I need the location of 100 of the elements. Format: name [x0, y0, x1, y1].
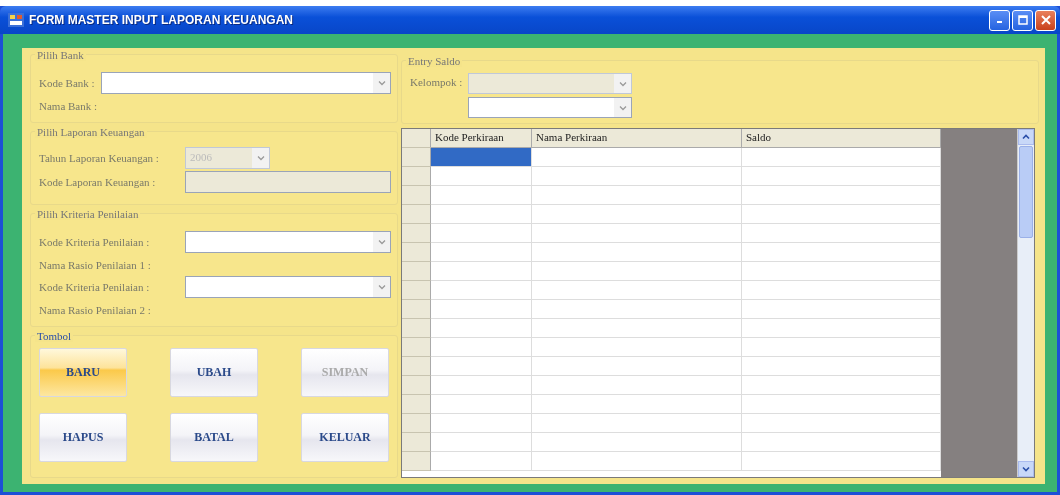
- action-button[interactable]: HAPUS: [39, 413, 127, 462]
- caret-icon: [255, 153, 266, 163]
- table-cell[interactable]: [532, 148, 742, 167]
- table-cell[interactable]: [431, 319, 532, 338]
- row-header[interactable]: [402, 300, 431, 319]
- action-button[interactable]: KELUAR: [301, 413, 389, 462]
- table-cell[interactable]: [532, 186, 742, 205]
- field-label: Nama Rasio Penilaian 2 :: [38, 303, 152, 316]
- table-cell[interactable]: [742, 319, 941, 338]
- row-header[interactable]: [402, 357, 431, 376]
- scroll-down-icon[interactable]: [1021, 464, 1031, 474]
- row-header[interactable]: [402, 186, 431, 205]
- row-header[interactable]: [402, 281, 431, 300]
- table-cell[interactable]: [742, 395, 941, 414]
- table-cell[interactable]: [742, 243, 941, 262]
- maximize-button[interactable]: [1012, 9, 1033, 31]
- window-title: FORM MASTER INPUT LAPORAN KEUANGAN: [29, 13, 294, 27]
- table-cell[interactable]: [742, 452, 941, 471]
- table-cell[interactable]: [532, 205, 742, 224]
- row-header[interactable]: [402, 148, 431, 167]
- table-cell[interactable]: [532, 414, 742, 433]
- dropdown[interactable]: [185, 276, 391, 298]
- table-cell[interactable]: [742, 357, 941, 376]
- row-header[interactable]: [402, 205, 431, 224]
- column-header[interactable]: Nama Perkiraan: [532, 129, 742, 148]
- column-header[interactable]: Kode Perkiraan: [431, 129, 532, 148]
- table-cell[interactable]: [532, 224, 742, 243]
- row-header[interactable]: [402, 414, 431, 433]
- table-cell[interactable]: [431, 357, 532, 376]
- row-header[interactable]: [402, 262, 431, 281]
- table-cell[interactable]: [431, 243, 532, 262]
- table-cell[interactable]: [431, 167, 532, 186]
- table-cell[interactable]: [532, 338, 742, 357]
- form-icon: [8, 13, 24, 27]
- table-cell[interactable]: [532, 300, 742, 319]
- row-header[interactable]: [402, 243, 431, 262]
- table-cell[interactable]: [431, 395, 532, 414]
- scrollbar[interactable]: [1017, 129, 1034, 477]
- minimize-button[interactable]: [989, 9, 1010, 31]
- row-header[interactable]: [402, 376, 431, 395]
- scroll-up-icon[interactable]: [1021, 132, 1031, 142]
- table-cell[interactable]: [431, 186, 532, 205]
- table-cell[interactable]: [742, 338, 941, 357]
- table-cell[interactable]: [532, 281, 742, 300]
- table-cell[interactable]: [532, 395, 742, 414]
- table-cell[interactable]: [431, 300, 532, 319]
- table-cell[interactable]: [742, 300, 941, 319]
- table-cell[interactable]: [742, 281, 941, 300]
- table-cell[interactable]: [431, 281, 532, 300]
- row-header[interactable]: [402, 167, 431, 186]
- table-cell[interactable]: [431, 148, 532, 167]
- table-cell[interactable]: [431, 338, 532, 357]
- action-button[interactable]: BARU: [39, 348, 127, 397]
- table-cell[interactable]: [431, 262, 532, 281]
- dropdown[interactable]: [185, 231, 391, 253]
- row-header[interactable]: [402, 224, 431, 243]
- row-header[interactable]: [402, 433, 431, 452]
- action-button[interactable]: BATAL: [170, 413, 258, 462]
- row-header[interactable]: [402, 319, 431, 338]
- table-cell[interactable]: [742, 148, 941, 167]
- table-cell[interactable]: [431, 452, 532, 471]
- row-header[interactable]: [402, 338, 431, 357]
- group-title: Entry Saldo: [406, 55, 463, 67]
- table-cell[interactable]: [742, 262, 941, 281]
- close-icon: [1040, 15, 1051, 25]
- close-button[interactable]: [1035, 9, 1056, 31]
- dropdown[interactable]: [100, 72, 391, 94]
- row-header[interactable]: [402, 452, 431, 471]
- group-title: Pilih Laporan Keuangan: [35, 126, 147, 138]
- table-cell[interactable]: [532, 376, 742, 395]
- table-cell[interactable]: [532, 433, 742, 452]
- table-cell[interactable]: [532, 262, 742, 281]
- table-cell[interactable]: [742, 414, 941, 433]
- maximize-icon: [1017, 15, 1028, 25]
- table-cell[interactable]: [532, 243, 742, 262]
- action-button[interactable]: UBAH: [170, 348, 258, 397]
- field-label: Kode Bank :: [38, 77, 95, 89]
- table-cell[interactable]: [742, 205, 941, 224]
- table-cell[interactable]: [532, 167, 742, 186]
- row-header: [402, 129, 431, 148]
- table-cell[interactable]: [742, 186, 941, 205]
- table-cell[interactable]: [431, 224, 532, 243]
- table-cell[interactable]: [532, 319, 742, 338]
- field-label: Kelompok :: [410, 75, 463, 90]
- table-cell[interactable]: [431, 376, 532, 395]
- table-cell[interactable]: [532, 357, 742, 376]
- table-cell[interactable]: [431, 433, 532, 452]
- caret-icon: [376, 237, 387, 247]
- dropdown[interactable]: [468, 97, 633, 118]
- field-label: Tahun Laporan Keuangan :: [38, 152, 160, 164]
- scroll-thumb[interactable]: [1019, 146, 1033, 238]
- table-cell[interactable]: [742, 224, 941, 243]
- table-cell[interactable]: [431, 414, 532, 433]
- table-cell[interactable]: [742, 376, 941, 395]
- row-header[interactable]: [402, 395, 431, 414]
- table-cell[interactable]: [532, 452, 742, 471]
- column-header[interactable]: Saldo: [742, 129, 941, 148]
- table-cell[interactable]: [431, 205, 532, 224]
- table-cell[interactable]: [742, 167, 941, 186]
- table-cell[interactable]: [742, 433, 941, 452]
